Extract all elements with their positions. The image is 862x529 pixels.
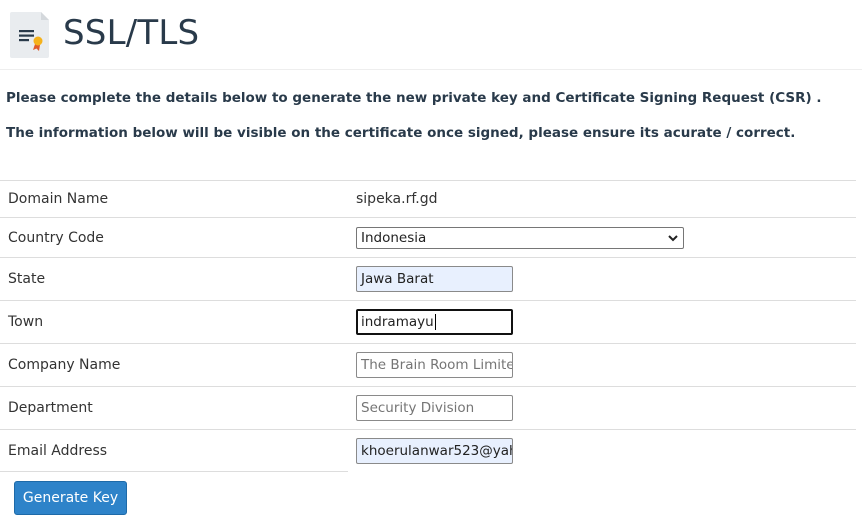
- form-row-town: Town indramayu: [0, 300, 856, 344]
- chevron-down-icon: [667, 231, 679, 245]
- form-row-company-name: Company Name The Brain Room Limite: [0, 343, 856, 387]
- form-row-department: Department Security Division: [0, 386, 856, 430]
- town-label: Town: [8, 314, 44, 330]
- form-row-email-address: Email Address khoerulanwar523@yah: [0, 429, 856, 473]
- form-row-state: State Jawa Barat: [0, 257, 856, 301]
- page-header: SSL/TLS: [0, 0, 862, 70]
- text-caret: [434, 314, 436, 330]
- town-input-value: indramayu: [361, 314, 434, 330]
- state-input[interactable]: Jawa Barat: [356, 266, 513, 292]
- intro-text-visibility: The information below will be visible on…: [6, 125, 796, 141]
- intro-text-csr: Please complete the details below to gen…: [6, 90, 822, 106]
- town-input[interactable]: indramayu: [356, 309, 513, 335]
- company-name-input[interactable]: The Brain Room Limite: [356, 352, 513, 378]
- domain-name-label: Domain Name: [8, 191, 109, 207]
- generate-key-button[interactable]: Generate Key: [14, 481, 127, 515]
- country-code-label: Country Code: [8, 230, 104, 246]
- email-address-input[interactable]: khoerulanwar523@yah: [356, 438, 513, 464]
- domain-name-value: sipeka.rf.gd: [356, 191, 438, 207]
- state-label: State: [8, 271, 46, 287]
- certificate-icon: [8, 11, 51, 59]
- country-code-selected-value: Indonesia: [361, 230, 427, 246]
- department-input[interactable]: Security Division: [356, 395, 513, 421]
- form-row-country-code: Country Code Indonesia: [0, 217, 856, 258]
- company-name-label: Company Name: [8, 357, 121, 373]
- page-title: SSL/TLS: [63, 13, 200, 53]
- form-row-domain-name: Domain Name sipeka.rf.gd: [0, 180, 856, 218]
- form-bottom-border: [0, 471, 348, 472]
- email-address-label: Email Address: [8, 443, 108, 459]
- country-code-select[interactable]: Indonesia: [356, 227, 684, 249]
- department-label: Department: [8, 400, 93, 416]
